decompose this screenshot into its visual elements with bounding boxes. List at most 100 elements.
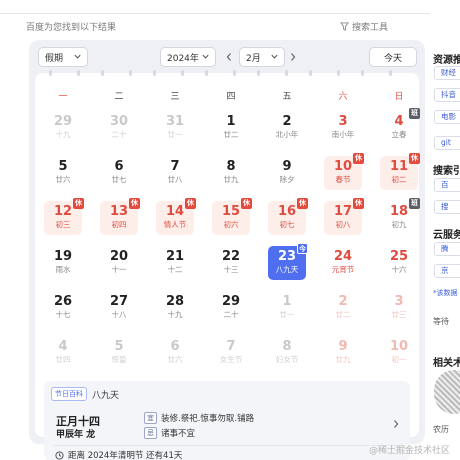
calendar-day-cell[interactable]: 29 十九 — [44, 111, 82, 145]
festival-wiki-badge[interactable]: 节日百科 — [51, 387, 87, 401]
calendar-day-cell[interactable]: 23 八九天今 — [268, 243, 308, 280]
calendar-day-cell[interactable]: 20 十一 — [100, 246, 138, 280]
lunar-label: 十六 — [391, 265, 407, 274]
sidebar-bottom-label[interactable]: 农历 — [433, 424, 449, 435]
day-number: 7 — [170, 159, 180, 174]
next-month-button[interactable] — [286, 49, 300, 65]
holiday-countdown: 距离 2024年清明节 还有41天 — [55, 449, 182, 460]
calendar-day-cell[interactable]: 1 廿二 — [212, 111, 250, 145]
lunar-label: 廿一 — [279, 310, 295, 319]
calendar-card: 假期 2024年 2月 今天 一二三四五六日 29 十九 30 二十 31 廿一 1 廿二 2 北… — [29, 40, 425, 460]
lunar-label: 八九天 — [275, 265, 299, 274]
calendar-day-cell[interactable]: 5 廿六 — [44, 156, 82, 190]
lunar-label: 除夕 — [279, 175, 295, 184]
calendar-day-cell[interactable]: 1 廿一 — [268, 291, 306, 325]
lunar-label: 女生节 — [219, 355, 243, 364]
calendar-day-cell[interactable]: 3 南小年 — [324, 111, 362, 145]
day-number: 5 — [58, 159, 68, 174]
rest-day-badge: 休 — [297, 198, 308, 209]
search-tools-button[interactable]: 搜索工具 — [339, 20, 388, 33]
calendar-day-cell[interactable]: 7 女生节 — [212, 336, 250, 370]
calendar-day-cell[interactable]: 8 妇女节 — [268, 336, 306, 370]
binding-ring — [389, 70, 392, 76]
weekday-header: 一 — [58, 92, 68, 102]
calendar-day-cell[interactable]: 2 北小年 — [268, 111, 306, 145]
calendar-day-cell[interactable]: 22 十三 — [212, 246, 250, 280]
chevron-right-icon — [291, 53, 296, 61]
lunar-label: 廿二 — [223, 130, 239, 139]
calendar-day-cell[interactable]: 10 春节休 — [324, 153, 364, 190]
today-button[interactable]: 今天 — [369, 47, 417, 67]
calendar-day-cell[interactable]: 29 二十 — [212, 291, 250, 325]
calendar-day-cell[interactable]: 14 情人节休 — [156, 198, 196, 235]
lunar-label: 廿六 — [167, 355, 183, 364]
calendar-day-cell[interactable]: 13 初四休 — [100, 198, 140, 235]
calendar-day-cell[interactable]: 9 除夕 — [268, 156, 306, 190]
calendar-day-cell[interactable]: 30 二十 — [100, 111, 138, 145]
work-day-badge: 班 — [409, 108, 420, 119]
calendar-day-cell[interactable]: 28 十九 — [156, 291, 194, 325]
calendar-day-cell[interactable]: 3 廿三 — [380, 291, 418, 325]
month-select[interactable]: 2月 — [239, 47, 285, 67]
sidebar-link-git[interactable]: git — [434, 136, 460, 150]
sidebar-link-tencent[interactable]: 腾 — [434, 242, 460, 256]
calendar-day-cell[interactable]: 25 十六 — [380, 246, 418, 280]
day-number: 27 — [109, 294, 129, 309]
calendar-day-cell[interactable]: 21 十二 — [156, 246, 194, 280]
sidebar-link-douyin[interactable]: 抖音 — [434, 88, 460, 102]
ji-key: 忌 — [144, 427, 157, 439]
calendar-day-cell[interactable]: 4 立春班 — [380, 108, 420, 145]
calendar-day-cell[interactable]: 19 雨水 — [44, 246, 82, 280]
weekday-header: 二 — [114, 92, 124, 102]
calendar-day-cell[interactable]: 7 廿八 — [156, 156, 194, 190]
sidebar-link-baidu[interactable]: 百 — [434, 178, 460, 192]
lunar-label: 初六 — [223, 220, 239, 229]
chevron-left-icon — [226, 53, 231, 61]
sidebar-link-movie[interactable]: 电影 — [434, 110, 460, 124]
lunar-label: 廿二 — [335, 310, 351, 319]
day-detail-header: 节日百科 八九天 — [51, 387, 119, 401]
sidebar-link-sogou[interactable]: 搜 — [434, 200, 460, 214]
holiday-select[interactable]: 假期 — [38, 47, 88, 67]
calendar-day-cell[interactable]: 16 初七休 — [268, 198, 308, 235]
clock-icon — [55, 450, 64, 460]
calendar-day-cell[interactable]: 5 惊蛰 — [100, 336, 138, 370]
lunar-label: 十二 — [167, 265, 183, 274]
calendar-day-cell[interactable]: 26 十七 — [44, 291, 82, 325]
chevron-right-icon[interactable] — [392, 419, 400, 429]
rest-day-badge: 休 — [409, 153, 420, 164]
year-select[interactable]: 2024年 — [160, 47, 216, 67]
calendar-day-cell[interactable]: 11 初二休 — [380, 153, 420, 190]
sidebar-more[interactable]: 等待 — [433, 316, 449, 327]
calendar-day-cell[interactable]: 15 初六休 — [212, 198, 252, 235]
calendar-day-cell[interactable]: 2 廿二 — [324, 291, 362, 325]
day-detail-panel[interactable]: 节日百科 八九天 正月十四 甲辰年 龙 宜 装修.祭祀.惊事勿取.铺路 忌 诸事… — [44, 381, 410, 460]
rest-day-badge: 休 — [353, 153, 364, 164]
calendar-day-cell[interactable]: 31 廿一 — [156, 111, 194, 145]
lunar-label: 十九 — [167, 310, 183, 319]
yi-text: 装修.祭祀.惊事勿取.铺路 — [161, 414, 255, 424]
binding-ring — [77, 70, 80, 76]
calendar-day-cell[interactable]: 18 初九班 — [380, 198, 420, 235]
day-number: 20 — [109, 249, 129, 264]
calendar-day-cell[interactable]: 6 廿七 — [100, 156, 138, 190]
calendar-day-cell[interactable]: 4 廿四 — [44, 336, 82, 370]
sidebar-link-jd[interactable]: 京 — [434, 264, 460, 278]
calendar-day-cell[interactable]: 27 十八 — [100, 291, 138, 325]
calendar-day-cell[interactable]: 24 元宵节 — [324, 246, 362, 280]
day-number: 29 — [53, 114, 73, 129]
weekday-header: 三 — [170, 92, 180, 102]
calendar-day-cell[interactable]: 10 初一 — [380, 336, 418, 370]
day-number: 25 — [389, 249, 409, 264]
sidebar-image[interactable] — [434, 370, 460, 414]
calendar-day-cell[interactable]: 6 廿六 — [156, 336, 194, 370]
calendar-day-cell[interactable]: 8 廿九 — [212, 156, 250, 190]
sidebar-heading-cloud: 云服务 — [433, 230, 460, 241]
lunar-label: 廿七 — [111, 175, 127, 184]
sidebar-link-finance[interactable]: 财经 — [434, 66, 460, 80]
yi-key: 宜 — [144, 412, 157, 424]
calendar-day-cell[interactable]: 17 初八休 — [324, 198, 364, 235]
calendar-day-cell[interactable]: 9 廿九 — [324, 336, 362, 370]
prev-month-button[interactable] — [222, 49, 236, 65]
calendar-day-cell[interactable]: 12 初三休 — [44, 198, 84, 235]
